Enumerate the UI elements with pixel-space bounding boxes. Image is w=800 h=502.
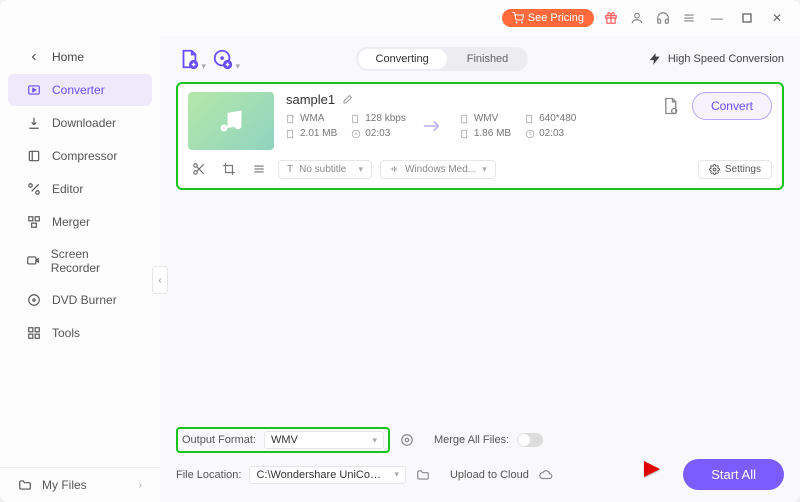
topbar: ▾ ▾ Converting Finished High Speed Conve… — [176, 46, 784, 72]
hsc-label: High Speed Conversion — [668, 53, 784, 65]
nav-editor[interactable]: Editor — [8, 173, 152, 205]
output-format-box: Output Format: WMV▾ — [176, 427, 390, 453]
file-location-label: File Location: — [176, 469, 241, 481]
nav: Home Converter Downloader Compressor Edi… — [0, 36, 160, 467]
nav-compressor[interactable]: Compressor — [8, 140, 152, 172]
gift-icon[interactable] — [602, 9, 620, 27]
high-speed-conversion[interactable]: High Speed Conversion — [648, 52, 784, 66]
add-dvd-button[interactable]: ▾ — [210, 46, 236, 72]
minimize-button[interactable]: ― — [706, 7, 728, 29]
compressor-icon — [26, 148, 42, 164]
user-icon[interactable] — [628, 9, 646, 27]
back-icon — [26, 49, 42, 65]
music-icon — [217, 107, 245, 135]
titlebar: See Pricing ― ✕ — [0, 0, 800, 36]
output-settings-icon[interactable] — [656, 92, 684, 120]
see-pricing-button[interactable]: See Pricing — [502, 9, 594, 27]
settings-button[interactable]: Settings — [698, 160, 772, 179]
file-card: sample1 WMA 128 kbps 2.01 MB 02:03 — [176, 82, 784, 190]
subtitle-dropdown[interactable]: TNo subtitle▾ — [278, 160, 372, 179]
nav-merger[interactable]: Merger — [8, 206, 152, 238]
nav-label: Home — [52, 50, 84, 64]
dvd-icon — [26, 292, 42, 308]
my-files-button[interactable]: My Files › — [0, 467, 160, 502]
sidebar: Home Converter Downloader Compressor Edi… — [0, 36, 160, 502]
crop-icon[interactable] — [218, 158, 240, 180]
tools-icon — [26, 325, 42, 341]
status-tabs: Converting Finished — [356, 47, 529, 71]
trim-icon[interactable] — [188, 158, 210, 180]
maximize-button[interactable] — [736, 7, 758, 29]
output-format-settings-icon[interactable] — [398, 431, 416, 449]
file-meta: sample1 WMA 128 kbps 2.01 MB 02:03 — [286, 92, 644, 139]
arrow-icon — [416, 118, 450, 134]
merger-icon — [26, 214, 42, 230]
collapse-sidebar-button[interactable]: ‹ — [152, 266, 168, 294]
nav-label: Compressor — [52, 149, 117, 163]
nav-home[interactable]: Home — [8, 41, 152, 73]
file-thumbnail[interactable] — [188, 92, 274, 150]
file-location-select[interactable]: C:\Wondershare UniConverter 1▾ — [249, 466, 406, 484]
menu-icon[interactable] — [680, 9, 698, 27]
footer: Output Format: WMV▾ Merge All Files: Fil… — [176, 421, 784, 490]
nav-label: Tools — [52, 326, 80, 340]
effects-icon[interactable] — [248, 158, 270, 180]
tab-converting[interactable]: Converting — [358, 49, 447, 69]
my-files-label: My Files — [42, 478, 87, 492]
nav-label: Editor — [52, 182, 83, 196]
nav-label: Converter — [52, 83, 105, 97]
tab-finished[interactable]: Finished — [449, 49, 527, 69]
converter-icon — [26, 82, 42, 98]
output-format-label: Output Format: — [182, 434, 256, 446]
nav-screen-recorder[interactable]: Screen Recorder — [8, 239, 152, 283]
cloud-icon[interactable] — [537, 466, 555, 484]
body: Home Converter Downloader Compressor Edi… — [0, 36, 800, 502]
start-all-button[interactable]: Start All — [683, 459, 784, 490]
output-format-select[interactable]: WMV▾ — [264, 431, 384, 449]
file-actions: Convert — [656, 92, 772, 120]
support-icon[interactable] — [654, 9, 672, 27]
lightning-icon — [648, 52, 662, 66]
nav-label: DVD Burner — [52, 293, 117, 307]
recorder-icon — [26, 253, 41, 269]
chevron-right-icon: › — [139, 480, 142, 491]
edit-name-icon[interactable] — [341, 94, 353, 106]
add-file-button[interactable]: ▾ — [176, 46, 202, 72]
upload-cloud-label: Upload to Cloud — [450, 469, 529, 481]
nav-dvd-burner[interactable]: DVD Burner — [8, 284, 152, 316]
audio-track-dropdown[interactable]: Windows Med...▾ — [380, 160, 496, 179]
open-folder-icon[interactable] — [414, 466, 432, 484]
app-window: See Pricing ― ✕ Home — [0, 0, 800, 502]
target-info: WMV 640*480 1.86 MB 02:03 — [460, 113, 577, 139]
nav-converter[interactable]: Converter — [8, 74, 152, 106]
convert-button[interactable]: Convert — [692, 92, 772, 120]
download-icon — [26, 115, 42, 131]
nav-downloader[interactable]: Downloader — [8, 107, 152, 139]
file-name: sample1 — [286, 92, 335, 107]
merge-toggle[interactable] — [517, 433, 543, 447]
merge-label: Merge All Files: — [434, 434, 509, 446]
close-button[interactable]: ✕ — [766, 7, 788, 29]
nav-tools[interactable]: Tools — [8, 317, 152, 349]
nav-label: Screen Recorder — [51, 247, 134, 275]
editor-icon — [26, 181, 42, 197]
main: ▾ ▾ Converting Finished High Speed Conve… — [160, 36, 800, 502]
nav-label: Downloader — [52, 116, 116, 130]
nav-label: Merger — [52, 215, 90, 229]
folder-icon — [18, 478, 32, 492]
source-info: WMA 128 kbps 2.01 MB 02:03 — [286, 113, 406, 139]
